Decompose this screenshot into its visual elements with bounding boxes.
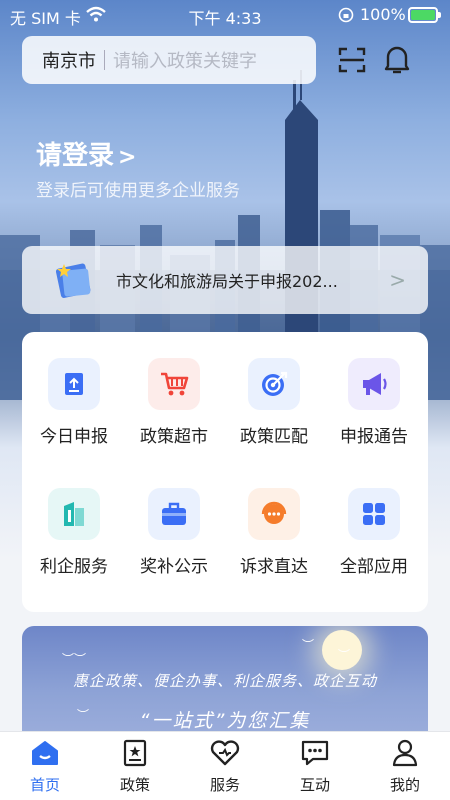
grid-item-enterprise-service[interactable]: 利企服务 (24, 488, 124, 577)
grid-item-subsidy-publicity[interactable]: 奖补公示 (124, 488, 224, 577)
grid-item-policy-market[interactable]: 政策超市 (124, 358, 224, 447)
grid-label: 利企服务 (40, 557, 108, 577)
bell-icon[interactable] (382, 43, 412, 75)
grid-item-announcement[interactable]: 申报通告 (324, 358, 424, 447)
briefcase-icon (148, 488, 200, 540)
tab-label: 我的 (389, 776, 420, 794)
login-link[interactable]: 请登录 > (36, 135, 136, 172)
bird-decoration: ︶︶ (62, 652, 87, 666)
notice-book-icon (55, 263, 91, 299)
grid-label: 奖补公示 (140, 557, 208, 577)
user-icon (392, 739, 418, 767)
grid-item-appeal-direct[interactable]: 诉求直达 (224, 488, 324, 577)
tab-label: 首页 (29, 776, 60, 794)
tab-service[interactable]: 服务 (180, 732, 270, 800)
grid-label: 申报通告 (340, 427, 408, 447)
login-title: 请登录 (36, 141, 115, 171)
battery-percent: 100% (360, 5, 406, 24)
grid-item-all-apps[interactable]: 全部应用 (324, 488, 424, 577)
grid-label: 全部应用 (340, 557, 408, 577)
headset-icon (248, 488, 300, 540)
grid-label: 今日申报 (40, 427, 108, 447)
home-icon (32, 741, 58, 765)
grid-item-policy-match[interactable]: 政策匹配 (224, 358, 324, 447)
search-divider (104, 50, 105, 70)
tab-label: 政策 (119, 776, 150, 794)
grid-apps-icon (348, 488, 400, 540)
status-bar: 无 SIM 卡 下午 4:33 100% (0, 0, 450, 30)
notice-text: 市文化和旅游局关于申报202... (116, 272, 338, 291)
bird-decoration: ︶ (338, 648, 351, 662)
tab-bar: 首页 政策 服务 互动 我的 (0, 731, 450, 800)
service-grid: 今日申报 政策超市 政策匹配 申报通告 利企服务 奖补公示 诉求直达 全部应用 (22, 332, 428, 612)
tab-label: 服务 (209, 776, 240, 794)
battery-icon (408, 7, 441, 23)
shopping-cart-icon (148, 358, 200, 410)
chat-icon (301, 740, 329, 766)
notice-banner[interactable]: 市文化和旅游局关于申报202... > (22, 246, 428, 314)
tab-label: 互动 (299, 776, 330, 794)
scan-icon[interactable] (337, 45, 367, 75)
banner-line-1: 惠企政策、便企办事、利企服务、政企互动 (72, 672, 377, 690)
search-input[interactable]: 请输入政策关键字 (113, 47, 257, 73)
orientation-lock-icon (338, 7, 354, 23)
tab-interaction[interactable]: 互动 (270, 732, 360, 800)
tab-home[interactable]: 首页 (0, 732, 90, 800)
grid-label: 政策超市 (140, 427, 208, 447)
document-upload-icon (48, 358, 100, 410)
policy-icon (123, 739, 147, 767)
target-icon (248, 358, 300, 410)
building-icon (48, 488, 100, 540)
heart-icon (210, 740, 240, 766)
bird-decoration: ︶ (302, 638, 315, 652)
chevron-right-icon: > (118, 145, 137, 170)
login-subtitle: 登录后可使用更多企业服务 (36, 181, 240, 201)
megaphone-icon (348, 358, 400, 410)
tab-mine[interactable]: 我的 (360, 732, 450, 800)
banner-line-2: “一站式”为您汇集 (139, 710, 311, 732)
city-selector[interactable]: 南京市 (42, 47, 96, 73)
grid-label: 政策匹配 (240, 427, 308, 447)
search-bar[interactable]: 南京市 请输入政策关键字 (22, 36, 316, 84)
grid-label: 诉求直达 (240, 557, 308, 577)
chevron-right-icon: > (389, 268, 406, 292)
grid-item-today-apply[interactable]: 今日申报 (24, 358, 124, 447)
tab-policy[interactable]: 政策 (90, 732, 180, 800)
